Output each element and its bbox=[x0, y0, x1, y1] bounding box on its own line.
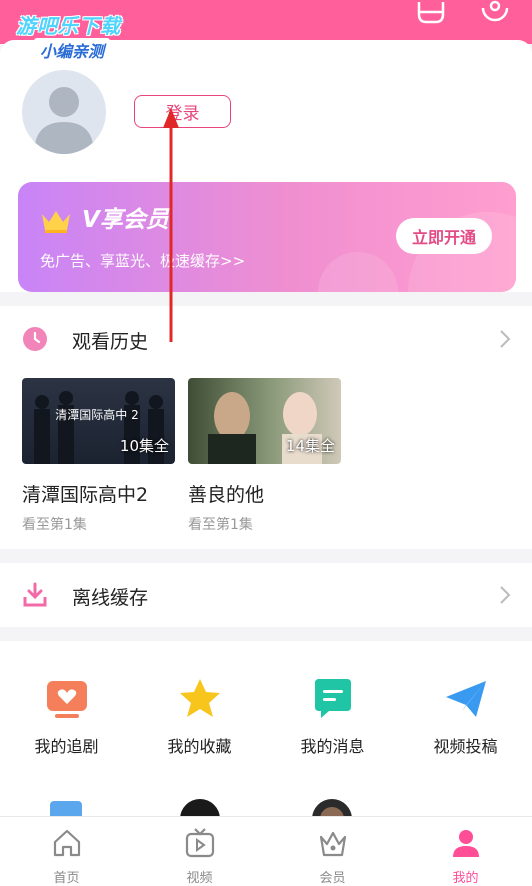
history-item-thumbnail[interactable]: 14集全 bbox=[188, 378, 341, 464]
history-item-progress: 看至第1集 bbox=[22, 517, 87, 533]
episode-count: 14集全 bbox=[285, 437, 335, 455]
download-icon bbox=[23, 582, 47, 607]
home-icon bbox=[53, 829, 80, 857]
profile-section: 登录 V享会员 免广告、享蓝光、极速缓存>> 立即开通 bbox=[0, 40, 532, 292]
vip-description: 免广告、享蓝光、极速缓存>> bbox=[40, 252, 246, 270]
chevron-right-icon[interactable] bbox=[498, 328, 512, 350]
tab-label: 首页 bbox=[53, 871, 80, 886]
scan-icon[interactable] bbox=[414, 0, 448, 30]
profile-photo-icon bbox=[312, 799, 352, 817]
message-icon bbox=[314, 679, 351, 718]
chevron-right-icon[interactable] bbox=[498, 584, 512, 606]
avatar[interactable] bbox=[22, 70, 106, 154]
crown-icon bbox=[319, 831, 346, 857]
history-item-thumbnail[interactable]: 清潭国际高中 2 10集全 bbox=[22, 378, 175, 464]
grid-item-label: 我的收藏 bbox=[167, 737, 232, 756]
tab-video[interactable]: 视频 bbox=[133, 827, 266, 886]
default-avatar-icon bbox=[34, 87, 94, 154]
grid-item-label: 视频投稿 bbox=[433, 737, 498, 756]
tab-mine[interactable]: 我的 bbox=[399, 827, 532, 886]
settings-gear-icon[interactable] bbox=[478, 0, 512, 30]
user-icon bbox=[452, 830, 479, 857]
video-tv-icon bbox=[185, 828, 214, 858]
history-item-title[interactable]: 清潭国际高中2 bbox=[22, 480, 148, 507]
grid-item-label: 我的消息 bbox=[300, 737, 365, 756]
history-item-progress: 看至第1集 bbox=[188, 517, 253, 533]
grid-item-my-drama[interactable]: 我的追剧 bbox=[0, 677, 133, 757]
grid-item-favorites[interactable]: 我的收藏 bbox=[133, 677, 266, 757]
watermark: 游吧乐下载 小编亲测 bbox=[16, 10, 121, 62]
star-icon bbox=[179, 679, 220, 717]
vip-banner[interactable]: V享会员 免广告、享蓝光、极速缓存>> 立即开通 bbox=[18, 182, 516, 292]
tv-heart-icon bbox=[46, 681, 87, 718]
vip-title: V享会员 bbox=[82, 207, 169, 233]
history-item-title[interactable]: 善良的他 bbox=[188, 480, 264, 507]
watermark-subtitle: 小编亲测 bbox=[34, 38, 111, 62]
partial-icon-row-item[interactable] bbox=[310, 795, 354, 817]
grid-item-label: 我的追剧 bbox=[34, 737, 99, 756]
bottom-tab-bar: 首页 视频 会员 我的 bbox=[0, 816, 532, 886]
tab-label: 会员 bbox=[319, 871, 346, 886]
crown-icon bbox=[42, 211, 70, 233]
grid-item-video-upload[interactable]: 视频投稿 bbox=[399, 677, 532, 757]
clock-icon bbox=[23, 327, 47, 351]
poster-text: 清潭国际高中 2 bbox=[55, 408, 139, 422]
partial-icon-row-item[interactable] bbox=[44, 795, 88, 817]
vip-subscribe-button[interactable]: 立即开通 bbox=[396, 218, 492, 254]
tab-home[interactable]: 首页 bbox=[0, 827, 133, 886]
music-app-icon bbox=[180, 799, 220, 817]
grid-item-messages[interactable]: 我的消息 bbox=[266, 677, 399, 757]
history-title: 观看历史 bbox=[72, 331, 149, 353]
tab-label: 我的 bbox=[452, 871, 479, 886]
watch-history-section: 观看历史 清潭国际高中 2 10集全 14集全 清潭国际高中2 看至第1集 善良… bbox=[0, 306, 532, 549]
tab-label: 视频 bbox=[186, 871, 213, 886]
paper-plane-icon bbox=[445, 681, 486, 717]
tab-membership[interactable]: 会员 bbox=[266, 827, 399, 886]
document-icon bbox=[50, 801, 82, 817]
offline-cache-row[interactable]: 离线缓存 bbox=[0, 563, 532, 627]
partial-icon-row-item[interactable] bbox=[178, 795, 222, 817]
offline-cache-title: 离线缓存 bbox=[72, 587, 149, 609]
login-button[interactable]: 登录 bbox=[134, 95, 231, 128]
watermark-title: 游吧乐下载 bbox=[16, 14, 121, 38]
function-grid: 我的追剧 我的收藏 我的消息 视频投稿 bbox=[0, 641, 532, 817]
episode-count: 10集全 bbox=[119, 437, 169, 455]
